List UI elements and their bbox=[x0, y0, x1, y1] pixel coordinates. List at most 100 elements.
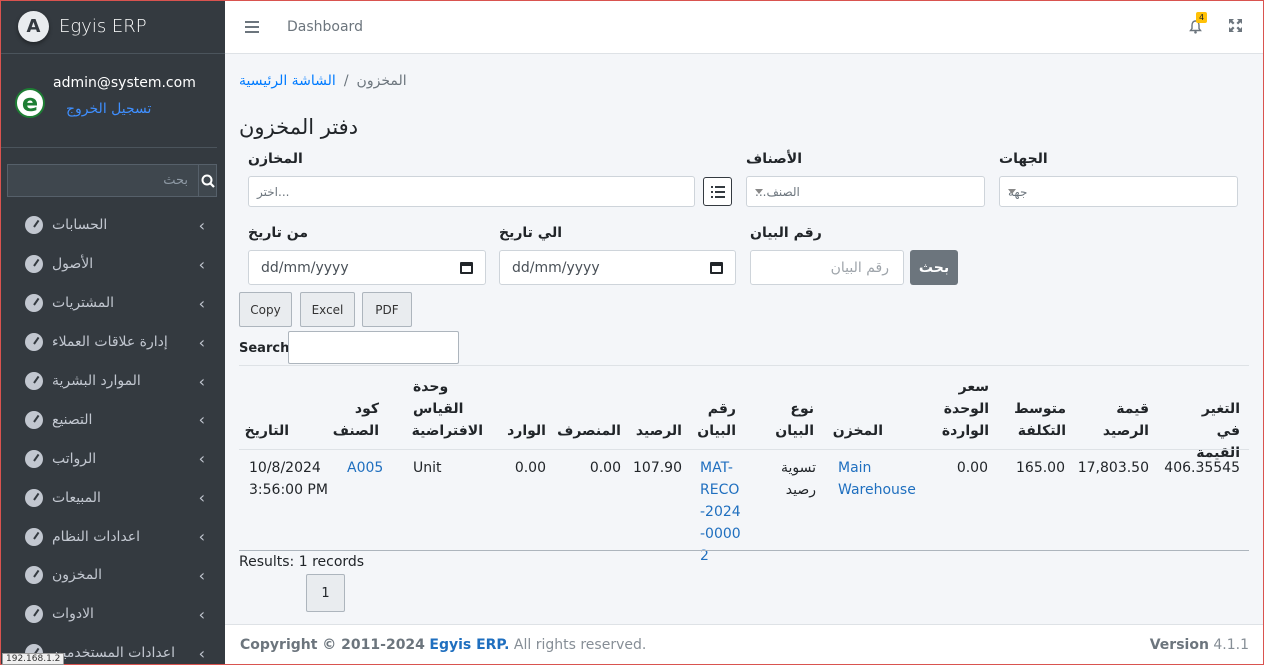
to-date-input[interactable]: dd/mm/yyyy bbox=[499, 250, 736, 285]
breadcrumb-separator: / bbox=[343, 73, 349, 89]
caret-down-icon bbox=[755, 189, 763, 194]
th-outgoing[interactable]: المنصرف bbox=[557, 420, 621, 442]
pdf-button[interactable]: PDF bbox=[362, 292, 412, 327]
th-warehouse[interactable]: المخزن bbox=[833, 420, 883, 442]
doc-number-input[interactable]: رقم البيان bbox=[750, 250, 904, 285]
footer-brand-link[interactable]: Egyis ERP. bbox=[429, 637, 509, 653]
copyright: Copyright © 2011-2024 Egyis ERP. All rig… bbox=[240, 637, 646, 653]
chevron-left-icon: ‹ bbox=[198, 488, 205, 508]
brand[interactable]: A Egyis ERP bbox=[0, 0, 225, 54]
cell-warehouse[interactable]: Main Warehouse bbox=[838, 457, 916, 501]
cell-value-change: 406.35545 bbox=[1164, 460, 1240, 476]
sidebar-item-tools[interactable]: الادوات ‹ bbox=[0, 595, 225, 634]
chevron-left-icon: ‹ bbox=[198, 410, 205, 430]
th-value-change[interactable]: التغير في القيمة bbox=[1177, 398, 1240, 464]
brand-logo: A bbox=[18, 11, 49, 42]
page-button-1[interactable]: 1 bbox=[306, 574, 345, 612]
chevron-left-icon: ‹ bbox=[198, 643, 205, 663]
cell-code[interactable]: A005 bbox=[347, 457, 383, 479]
user-email[interactable]: admin@system.com bbox=[53, 75, 196, 91]
to-date-label: الي تاريخ bbox=[499, 225, 563, 241]
cell-date: 10/8/2024 3:56:00 PM bbox=[249, 460, 328, 498]
sidebar-item-label: الحسابات bbox=[52, 217, 108, 234]
table-search-label: Search: bbox=[239, 341, 295, 356]
tachometer-icon bbox=[25, 449, 43, 468]
sidebar-item-manufacturing[interactable]: التصنيع ‹ bbox=[0, 400, 225, 439]
cell-balance-value: 17,803.50 bbox=[1077, 460, 1149, 476]
th-date[interactable]: التاريخ bbox=[245, 420, 289, 442]
topbar: Dashboard 4 bbox=[225, 0, 1264, 54]
calendar-icon[interactable] bbox=[460, 261, 473, 274]
sidebar-item-label: اعدادات النظام bbox=[52, 528, 141, 545]
sidebar-menu: الحسابات ‹ الأصول ‹ المشتريات ‹ إدارة علاقا… bbox=[0, 206, 225, 665]
list-icon bbox=[710, 185, 725, 198]
th-balance-value[interactable]: قيمة الرصيد bbox=[1101, 398, 1149, 442]
chevron-left-icon: ‹ bbox=[198, 527, 205, 547]
tachometer-icon bbox=[25, 216, 43, 235]
sidebar: A Egyis ERP e admin@system.com تسجيل الخ… bbox=[0, 0, 225, 665]
rights-text: All rights reserved. bbox=[513, 637, 647, 653]
menu-toggle-icon[interactable] bbox=[245, 20, 259, 33]
th-doc-no[interactable]: رقم البيان bbox=[697, 398, 736, 442]
sidebar-item-purchases[interactable]: المشتريات ‹ bbox=[0, 284, 225, 323]
th-avg-cost[interactable]: متوسط التكلفة bbox=[1009, 398, 1066, 442]
th-incoming[interactable]: الوارد bbox=[504, 420, 546, 442]
from-date-value: dd/mm/yyyy bbox=[261, 259, 349, 276]
breadcrumb: الشاشة الرئيسية / المخزون bbox=[239, 73, 407, 89]
dashboard-link[interactable]: Dashboard bbox=[287, 19, 363, 35]
excel-button[interactable]: Excel bbox=[300, 292, 355, 327]
th-unit-price[interactable]: سعر الوحدة الواردة bbox=[939, 376, 989, 442]
chevron-left-icon: ‹ bbox=[198, 565, 205, 585]
warehouses-label: المخازن bbox=[248, 151, 303, 167]
sidebar-item-system-settings[interactable]: اعدادات النظام ‹ bbox=[0, 517, 225, 556]
sidebar-item-accounts[interactable]: الحسابات ‹ bbox=[0, 206, 225, 245]
sidebar-search bbox=[7, 164, 217, 197]
copyright-text: Copyright © 2011-2024 bbox=[240, 637, 425, 653]
table-search-input[interactable] bbox=[288, 331, 459, 364]
cell-avg-cost: 165.00 bbox=[1016, 460, 1065, 476]
sidebar-item-crm[interactable]: إدارة علاقات العملاء ‹ bbox=[0, 323, 225, 362]
warehouses-list-button[interactable] bbox=[703, 177, 732, 206]
sidebar-item-hr[interactable]: الموارد البشرية ‹ bbox=[0, 362, 225, 401]
sidebar-item-payroll[interactable]: الرواتب ‹ bbox=[0, 439, 225, 478]
parties-select[interactable]: جهة bbox=[999, 176, 1238, 207]
sidebar-item-label: التصنيع bbox=[52, 411, 93, 428]
notifications-button[interactable]: 4 bbox=[1189, 12, 1208, 34]
tachometer-icon bbox=[25, 410, 43, 429]
sidebar-item-label: إدارة علاقات العملاء bbox=[52, 334, 168, 351]
from-date-input[interactable]: dd/mm/yyyy bbox=[248, 250, 486, 285]
version: Version 4.1.1 bbox=[1150, 637, 1249, 653]
warehouses-field[interactable]: اختر... bbox=[248, 176, 695, 207]
cell-incoming: 0.00 bbox=[514, 460, 546, 476]
logout-link[interactable]: تسجيل الخروج bbox=[53, 101, 196, 117]
th-doc-type[interactable]: نوع البيان bbox=[775, 398, 814, 442]
sidebar-search-input[interactable] bbox=[7, 164, 199, 197]
chevron-left-icon: ‹ bbox=[198, 332, 205, 352]
tachometer-icon bbox=[25, 372, 43, 390]
doc-number-label: رقم البيان bbox=[750, 225, 822, 241]
fullscreen-button[interactable] bbox=[1229, 18, 1242, 36]
th-balance[interactable]: الرصيد bbox=[634, 420, 682, 442]
sidebar-search-button[interactable] bbox=[199, 164, 217, 197]
sidebar-item-inventory[interactable]: المخزون ‹ bbox=[0, 556, 225, 595]
tachometer-icon bbox=[25, 605, 43, 624]
cell-outgoing: 0.00 bbox=[589, 460, 621, 476]
calendar-icon[interactable] bbox=[710, 261, 723, 274]
copy-button[interactable]: Copy bbox=[239, 292, 292, 327]
sidebar-item-label: الأصول bbox=[52, 256, 94, 273]
sidebar-item-label: الرواتب bbox=[52, 450, 97, 467]
status-tooltip: 192.168.1.2 bbox=[2, 653, 65, 665]
tachometer-icon bbox=[25, 333, 43, 352]
page-title: دفتر المخزون bbox=[239, 115, 359, 139]
th-unit[interactable]: وحدة القياس الافتراضية bbox=[412, 376, 483, 442]
items-select[interactable]: الصنف... bbox=[746, 176, 985, 207]
parties-label: الجهات bbox=[999, 151, 1048, 167]
sidebar-item-sales[interactable]: المبيعات ‹ bbox=[0, 478, 225, 517]
search-button[interactable]: بحث bbox=[910, 250, 958, 285]
to-date-value: dd/mm/yyyy bbox=[512, 259, 600, 276]
th-code[interactable]: كود الصنف bbox=[333, 398, 379, 442]
tachometer-icon bbox=[25, 527, 43, 546]
breadcrumb-home[interactable]: الشاشة الرئيسية bbox=[239, 73, 336, 89]
chevron-left-icon: ‹ bbox=[198, 215, 205, 235]
sidebar-item-assets[interactable]: الأصول ‹ bbox=[0, 245, 225, 284]
